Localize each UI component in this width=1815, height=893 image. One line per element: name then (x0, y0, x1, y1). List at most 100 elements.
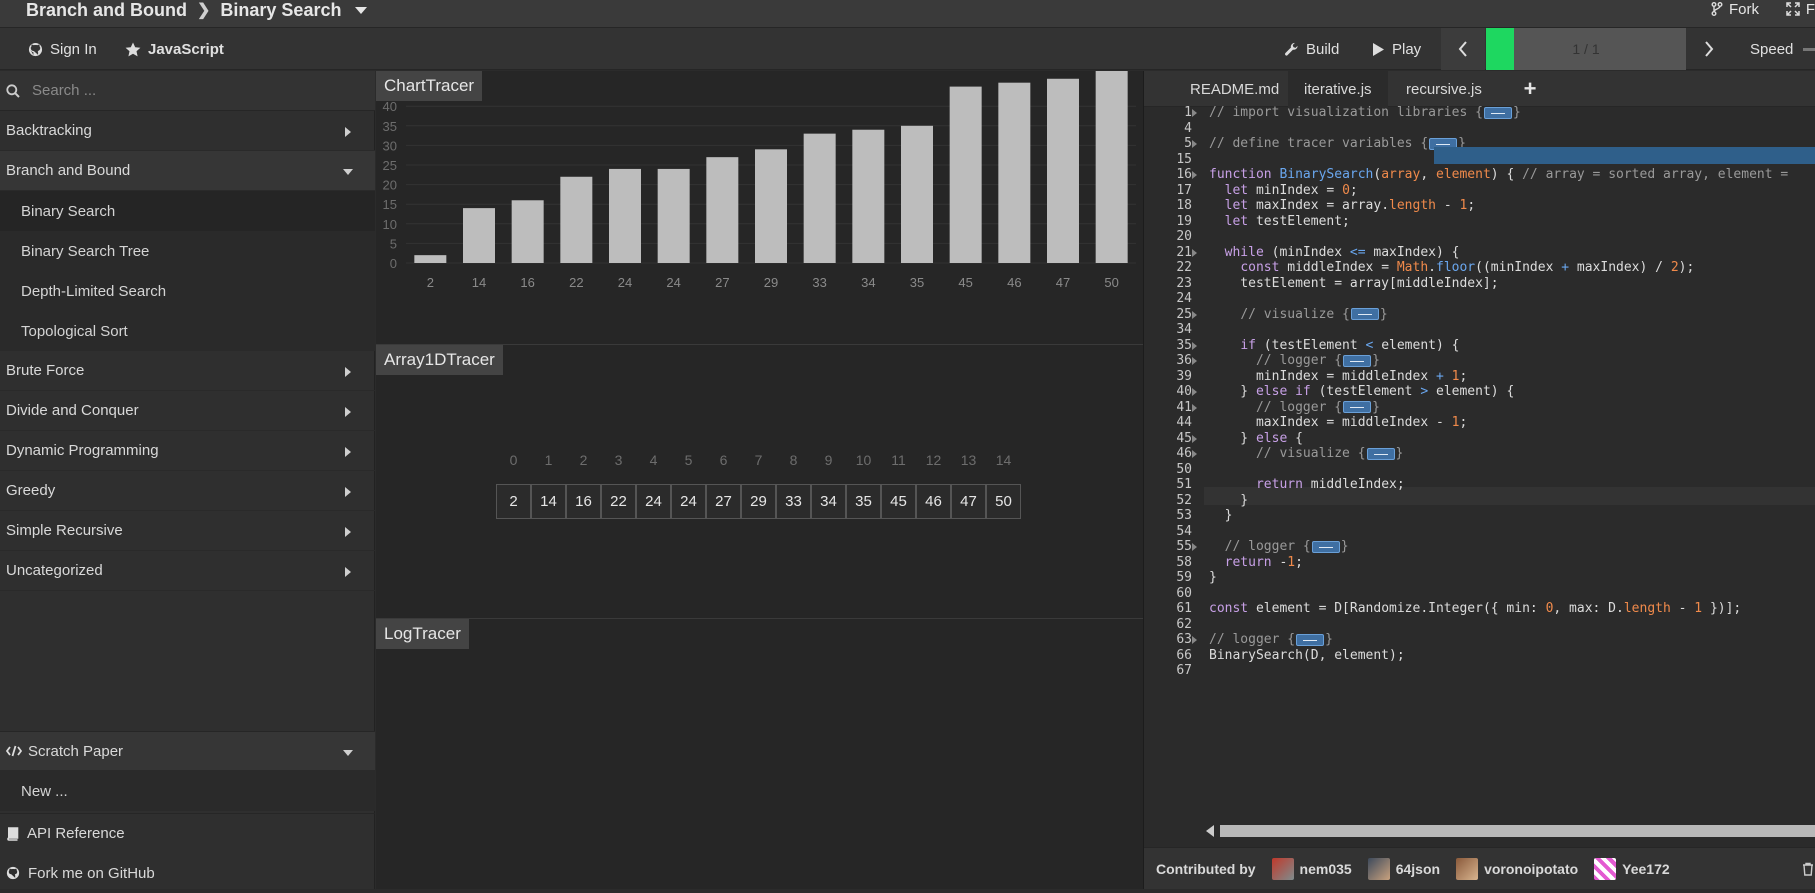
language-button[interactable]: JavaScript (125, 28, 224, 70)
array-cell: 50 (986, 484, 1021, 519)
sidebar-category-greedy[interactable]: Greedy (0, 471, 375, 511)
x-tick-label: 24 (618, 275, 632, 290)
progress-bar[interactable]: 1 / 1 (1486, 28, 1686, 70)
scrollbar-thumb[interactable] (1220, 825, 1815, 837)
sidebar-category-divide-and-conquer[interactable]: Divide and Conquer (0, 391, 375, 431)
code-line[interactable]: // visualize {} (1209, 306, 1387, 324)
array-cell: 24 (636, 484, 671, 519)
contributor-name: nem035 (1299, 860, 1352, 877)
contributor-name: voronoipotato (1484, 860, 1579, 877)
fold-arrow-icon[interactable] (1192, 636, 1197, 644)
code-line[interactable]: return -1; (1209, 554, 1303, 572)
contributor[interactable]: voronoipotato (1456, 857, 1579, 880)
tab-readme[interactable]: README.md (1174, 71, 1295, 107)
breadcrumb-category[interactable]: Branch and Bound (26, 0, 187, 21)
breadcrumb-algorithm[interactable]: Binary Search (220, 0, 341, 21)
play-label: Play (1392, 40, 1422, 58)
fold-arrow-icon[interactable] (1192, 434, 1197, 443)
sign-in-button[interactable]: Sign In (28, 28, 97, 70)
chart-bar (852, 129, 885, 263)
horizontal-scrollbar[interactable] (1204, 821, 1815, 839)
code-line[interactable]: testElement = array[middleIndex]; (1209, 275, 1498, 293)
x-tick-label: 35 (910, 275, 924, 290)
tab-recursive[interactable]: recursive.js (1390, 71, 1498, 107)
array-cell: 29 (741, 484, 776, 519)
x-tick-label: 47 (1056, 275, 1070, 290)
array-index-label: 11 (891, 452, 906, 468)
code-line[interactable]: const element = D[Randomize.Integer({ mi… (1209, 600, 1741, 618)
y-tick-label: 40 (383, 99, 397, 114)
category-label: Uncategorized (6, 562, 103, 579)
scratch-paper-section[interactable]: Scratch Paper (0, 731, 375, 771)
x-tick-label: 14 (472, 275, 486, 290)
fold-arrow-icon[interactable] (1192, 388, 1197, 396)
x-tick-label: 2 (427, 275, 434, 290)
sidebar-category-brute-force[interactable]: Brute Force (0, 351, 375, 391)
fold-arrow-icon[interactable] (1192, 310, 1197, 319)
fold-arrow-icon[interactable] (1192, 109, 1197, 117)
fold-arrow-icon[interactable] (1192, 450, 1197, 458)
contributor[interactable]: Yee172 (1594, 857, 1670, 880)
array-index-label: 12 (925, 452, 942, 468)
y-tick-label: 10 (383, 217, 397, 232)
play-button[interactable]: Play (1372, 28, 1421, 70)
api-reference-link[interactable]: API Reference (0, 813, 375, 853)
sidebar-category-branch-and-bound[interactable]: Branch and Bound (0, 151, 375, 191)
tab-iterative[interactable]: iterative.js (1288, 71, 1388, 107)
x-tick-label: 29 (764, 275, 778, 290)
previous-step-button[interactable] (1441, 28, 1485, 70)
github-icon (28, 42, 43, 56)
fold-arrow-icon[interactable] (1192, 341, 1197, 350)
fullscreen-button[interactable]: F (1786, 0, 1815, 18)
fold-arrow-icon[interactable] (1192, 171, 1197, 179)
code-line[interactable]: let testElement; (1209, 213, 1350, 231)
line-number-gutter: 1 4 5 15 16 17 18 19 20 21 22 23 24 25 34 35 36 39 40 41 44 4… (1144, 105, 1204, 851)
add-tab-button[interactable]: + (1512, 71, 1548, 107)
chart-bar (755, 149, 787, 263)
sidebar-item-label: Binary Search Tree (21, 242, 150, 260)
sidebar-item-depth-limited-search[interactable]: Depth-Limited Search (0, 271, 375, 311)
y-tick-label: 25 (383, 158, 397, 173)
array-index-label: 6 (719, 452, 728, 468)
sidebar-category-simple-recursive[interactable]: Simple Recursive (0, 511, 375, 551)
next-step-button[interactable] (1687, 28, 1731, 70)
fold-arrow-icon[interactable] (1192, 403, 1197, 412)
build-button[interactable]: Build (1284, 28, 1339, 70)
trash-icon[interactable] (1802, 862, 1814, 876)
array-index-label: 4 (649, 452, 658, 468)
contributor[interactable]: nem035 (1271, 857, 1352, 880)
search-input[interactable] (32, 82, 332, 99)
github-link[interactable]: Fork me on GitHub (0, 853, 375, 893)
caret-down-icon (343, 750, 353, 756)
fork-icon (1711, 2, 1723, 16)
fold-arrow-icon[interactable] (1192, 248, 1197, 257)
contributor[interactable]: 64json (1367, 857, 1440, 880)
code-line[interactable]: BinarySearch(D, element); (1209, 647, 1405, 665)
code-line[interactable]: // define tracer variables {} (1209, 135, 1466, 153)
category-label: Greedy (6, 482, 56, 499)
code-icon (6, 745, 22, 757)
sidebar-item-topological-sort[interactable]: Topological Sort (0, 311, 375, 351)
sidebar-item-binary-search[interactable]: Binary Search (0, 191, 375, 231)
caret-down-icon[interactable] (355, 6, 368, 14)
sidebar-category-uncategorized[interactable]: Uncategorized (0, 551, 375, 591)
fork-button[interactable]: Fork (1711, 0, 1759, 18)
chevron-right-icon (1705, 41, 1714, 57)
chart-bar (998, 82, 1031, 264)
new-scratch-button[interactable]: New ... (0, 771, 375, 811)
scroll-left-icon[interactable] (1206, 825, 1214, 837)
sidebar-category-dynamic-programming[interactable]: Dynamic Programming (0, 431, 375, 471)
code-line[interactable]: } (1209, 507, 1233, 525)
fold-arrow-icon[interactable] (1192, 140, 1197, 148)
array-tracer-panel: Array1DTracer (376, 345, 1143, 619)
code-editor: README.md iterative.js recursive.js + 14… (1143, 71, 1815, 889)
fold-arrow-icon[interactable] (1192, 357, 1197, 365)
code-line[interactable]: } (1209, 569, 1217, 587)
speed-slider[interactable] (1803, 48, 1815, 51)
sidebar-item-binary-search-tree[interactable]: Binary Search Tree (0, 231, 375, 271)
sidebar-category-backtracking[interactable]: Backtracking (0, 111, 375, 151)
scratch-paper-label: Scratch Paper (28, 742, 124, 760)
fold-arrow-icon[interactable] (1192, 543, 1197, 551)
code-line[interactable]: // visualize {} (1209, 445, 1403, 463)
code-line[interactable]: // import visualization libraries {} (1209, 104, 1521, 122)
